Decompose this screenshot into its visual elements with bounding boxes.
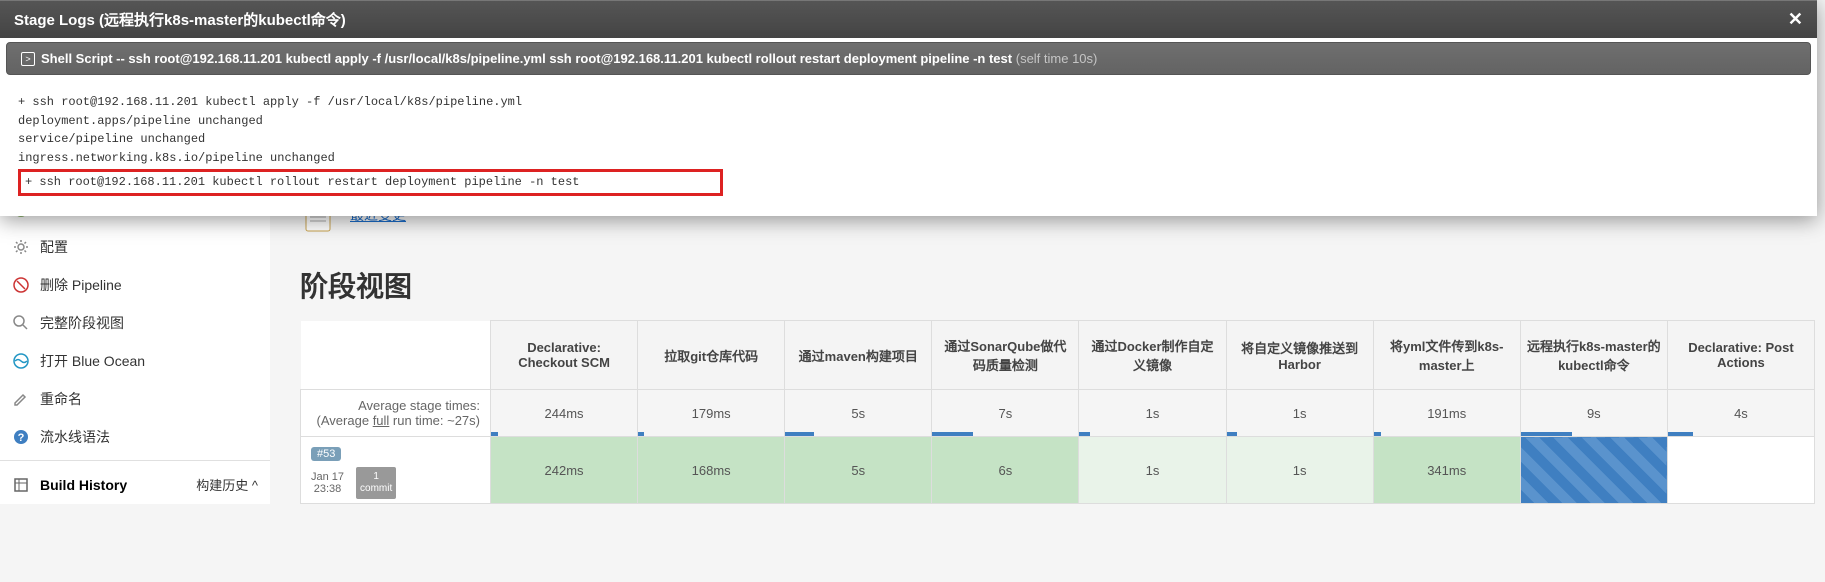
stage-col-header: 将yml文件传到k8s-master上: [1373, 321, 1520, 390]
terminal-icon: >: [21, 52, 35, 66]
sidebar-item-pipeline-syntax[interactable]: ? 流水线语法: [0, 418, 270, 456]
stage-col-header: 通过Docker制作自定义镜像: [1079, 321, 1226, 390]
run-cell[interactable]: 341ms: [1373, 437, 1520, 504]
avg-row-header: Average stage times: (Average full run t…: [301, 390, 491, 437]
run-cell[interactable]: 6s: [932, 437, 1079, 504]
sidebar-item-label: 配置: [40, 237, 68, 257]
sidebar-item-full-stage-view[interactable]: 完整阶段视图: [0, 304, 270, 342]
stage-col-header: Declarative: Post Actions: [1667, 321, 1814, 390]
run-row-header: #53 Jan 17 23:38 1 commit: [301, 437, 491, 504]
run-cell[interactable]: 1s: [1226, 437, 1373, 504]
run-cell[interactable]: 5s: [785, 437, 932, 504]
stage-col-header: Declarative: Checkout SCM: [491, 321, 638, 390]
build-history-trend-link[interactable]: 构建历史 ^: [196, 475, 258, 494]
build-history-icon: [12, 476, 30, 494]
run-cell[interactable]: 242ms: [491, 437, 638, 504]
sidebar-item-label: 删除 Pipeline: [40, 275, 122, 295]
run-cell-pending[interactable]: [1667, 437, 1814, 504]
sidebar-item-delete[interactable]: 删除 Pipeline: [0, 266, 270, 304]
run-cell[interactable]: 168ms: [638, 437, 785, 504]
run-cell-running[interactable]: [1520, 437, 1667, 504]
avg-cell: 191ms: [1373, 390, 1520, 437]
sidebar: 立即构建 配置 删除 Pipeline 完整阶段视图 打开 Blue Ocean…: [0, 190, 270, 504]
avg-cell: 5s: [785, 390, 932, 437]
stage-table: Declarative: Checkout SCM 拉取git仓库代码 通过ma…: [300, 320, 1815, 504]
log-output: + ssh root@192.168.11.201 kubectl apply …: [0, 79, 1817, 216]
highlighted-log-line: + ssh root@192.168.11.201 kubectl rollou…: [18, 169, 723, 196]
modal-shell-header[interactable]: > Shell Script -- ssh root@192.168.11.20…: [6, 42, 1811, 75]
avg-cell: 4s: [1667, 390, 1814, 437]
gear-icon: [12, 238, 30, 256]
sidebar-item-configure[interactable]: 配置: [0, 228, 270, 266]
help-icon: ?: [12, 428, 30, 446]
avg-cell: 179ms: [638, 390, 785, 437]
close-icon[interactable]: ✕: [1788, 9, 1803, 30]
modal-title: Stage Logs (远程执行k8s-master的kubectl命令): [14, 9, 346, 30]
avg-cell: 244ms: [491, 390, 638, 437]
stage-view-title: 阶段视图: [300, 265, 1815, 305]
sidebar-item-rename[interactable]: 重命名: [0, 380, 270, 418]
sidebar-item-label: 完整阶段视图: [40, 313, 124, 333]
stage-logs-modal: Stage Logs (远程执行k8s-master的kubectl命令) ✕ …: [0, 0, 1817, 216]
run-cell[interactable]: 1s: [1079, 437, 1226, 504]
sidebar-item-blue-ocean[interactable]: 打开 Blue Ocean: [0, 342, 270, 380]
avg-cell: 7s: [932, 390, 1079, 437]
delete-icon: [12, 276, 30, 294]
sidebar-item-label: 打开 Blue Ocean: [40, 351, 145, 371]
svg-text:?: ?: [18, 432, 25, 444]
stage-col-header: 拉取git仓库代码: [638, 321, 785, 390]
edit-icon: [12, 390, 30, 408]
commit-box[interactable]: 1 commit: [356, 467, 396, 499]
stage-col-header: 通过SonarQube做代码质量检测: [932, 321, 1079, 390]
build-history-header[interactable]: Build History 构建历史 ^: [0, 465, 270, 504]
main-content: 最近变更 阶段视图 Declarative: Checkout SCM 拉取gi…: [300, 195, 1815, 504]
stage-col-header: 将自定义镜像推送到Harbor: [1226, 321, 1373, 390]
modal-header: Stage Logs (远程执行k8s-master的kubectl命令) ✕: [0, 0, 1817, 38]
sidebar-item-label: 重命名: [40, 389, 82, 409]
sidebar-item-label: 流水线语法: [40, 427, 110, 447]
build-history-label-text: Build History: [40, 477, 127, 493]
magnifier-icon: [12, 314, 30, 332]
avg-cell: 1s: [1079, 390, 1226, 437]
avg-cell: 9s: [1520, 390, 1667, 437]
stage-col-header: 远程执行k8s-master的kubectl命令: [1520, 321, 1667, 390]
avg-cell: 1s: [1226, 390, 1373, 437]
divider: [0, 460, 270, 461]
stage-col-header: 通过maven构建项目: [785, 321, 932, 390]
run-date: Jan 17 23:38: [305, 467, 350, 499]
run-badge[interactable]: #53: [311, 447, 341, 461]
blue-ocean-icon: [12, 352, 30, 370]
